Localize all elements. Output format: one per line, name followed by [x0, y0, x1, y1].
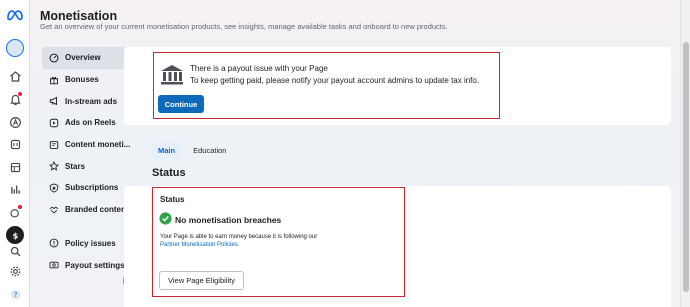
status-section-heading: Status	[152, 167, 186, 179]
settings-gear-icon[interactable]	[6, 262, 24, 280]
page-profile-icon[interactable]	[6, 39, 24, 57]
payout-icon	[49, 260, 59, 270]
sidebar-item-label: Ads on Reels	[65, 118, 116, 128]
sidebar-item-label: In-stream ads	[65, 96, 118, 106]
sidebar-item-content-monetisation[interactable]: Content moneti...	[42, 134, 140, 156]
home-icon[interactable]	[6, 67, 24, 85]
payout-issue-title: There is a payout issue with your Page	[190, 64, 328, 73]
reels-icon	[49, 118, 59, 128]
sidebar-item-stars[interactable]: Stars	[42, 155, 140, 177]
tab-education[interactable]: Education	[187, 142, 232, 159]
check-circle-icon	[159, 212, 172, 225]
sidebar-item-label: Subscriptions	[65, 183, 119, 193]
shield-star-icon	[49, 183, 59, 193]
content-library-icon[interactable]	[6, 135, 24, 153]
tab-main[interactable]: Main	[152, 142, 182, 159]
help-icon[interactable]: ?	[6, 285, 24, 303]
global-nav-rail: $ ?	[0, 0, 30, 307]
policies-link[interactable]: Partner Monetisation Policies.	[160, 242, 239, 248]
content-tabs: Main Education	[152, 142, 232, 159]
continue-button[interactable]: Continue	[158, 95, 204, 113]
handshake-icon	[49, 205, 59, 215]
scrollbar[interactable]	[680, 0, 690, 307]
sidebar-item-label: Content moneti...	[65, 140, 131, 150]
content-icon	[49, 140, 59, 150]
bank-icon	[161, 65, 183, 85]
megaphone-icon	[49, 96, 59, 106]
page-subtitle: Get an overview of your current monetisa…	[40, 22, 448, 31]
payout-issue-highlight	[153, 52, 500, 119]
sidebar-item-label: Branded content	[65, 205, 129, 215]
svg-text:$: $	[12, 230, 18, 240]
sidebar-item-label: Overview	[65, 53, 101, 63]
payout-issue-text: To keep getting paid, please notify your…	[190, 76, 480, 85]
notifications-icon[interactable]	[6, 90, 24, 108]
view-page-eligibility-button[interactable]: View Page Eligibility	[159, 271, 244, 290]
sidebar-item-label: Payout settings	[65, 260, 125, 270]
sidebar-item-label: Stars	[65, 161, 86, 171]
gift-icon	[49, 75, 59, 85]
svg-text:?: ?	[13, 290, 17, 299]
page-title: Monetisation	[40, 9, 118, 23]
gauge-icon	[49, 53, 59, 63]
insights-icon[interactable]	[6, 180, 24, 198]
planner-icon[interactable]	[6, 158, 24, 176]
alert-circle-icon	[49, 238, 59, 248]
search-icon[interactable]	[6, 242, 24, 260]
star-icon	[49, 161, 59, 172]
sidebar-item-label: Policy issues	[65, 238, 116, 248]
engagement-icon[interactable]	[6, 203, 24, 221]
scrollbar-thumb[interactable]	[683, 42, 689, 292]
status-card-title: Status	[160, 195, 185, 204]
breach-status-label: No monetisation breaches	[175, 215, 282, 225]
ads-icon[interactable]	[6, 113, 24, 131]
status-description: Your Page is able to earn money because …	[160, 234, 318, 240]
sidebar-item-label: Bonuses	[65, 75, 99, 85]
meta-logo-icon[interactable]	[6, 9, 24, 21]
